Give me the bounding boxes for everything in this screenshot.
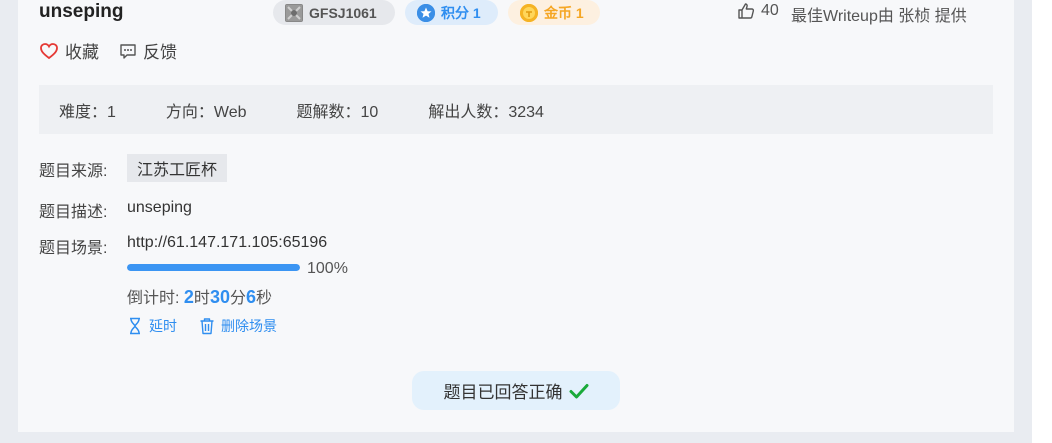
favorite-label: 收藏 xyxy=(65,43,99,62)
side-strip xyxy=(1032,0,1052,443)
comment-icon xyxy=(120,43,136,59)
scene-progress-bar xyxy=(127,264,300,271)
scene-url-link[interactable]: http://61.147.171.105:65196 xyxy=(127,234,327,252)
direction-text: 方向：Web xyxy=(165,103,247,121)
countdown-timer: 倒计时: 2时30分6秒 xyxy=(127,284,272,308)
solved-text: 题目已回答正确 xyxy=(443,383,563,402)
countdown-hours: 2 xyxy=(183,287,194,307)
coin-label: 金币 1 xyxy=(544,4,584,21)
hours-unit: 时 xyxy=(193,290,210,307)
score-label: 积分 1 xyxy=(441,4,481,21)
description-label: 题目描述: xyxy=(39,204,108,221)
progress-fill xyxy=(127,264,300,271)
progress-percent: 100% xyxy=(307,260,348,277)
coin-tag: 金币 1 xyxy=(508,0,600,25)
hourglass-icon xyxy=(130,317,140,335)
difficulty-text: 难度：1 xyxy=(59,103,116,121)
countdown-seconds: 6 xyxy=(245,287,256,307)
action-bar: 收藏 反馈 xyxy=(39,38,197,63)
scene-label: 题目场景: xyxy=(39,240,108,257)
coin-icon xyxy=(520,3,538,22)
description-text: unseping xyxy=(127,199,192,216)
challenge-title: unseping xyxy=(39,1,124,22)
score-tag: 积分 1 xyxy=(405,0,498,25)
feedback-label: 反馈 xyxy=(143,43,177,62)
challenge-id-label: GFSJ1061 xyxy=(309,4,377,21)
feedback-button[interactable]: 反馈 xyxy=(119,38,177,63)
delete-scene-label: 删除场景 xyxy=(221,318,277,334)
favorite-button[interactable]: 收藏 xyxy=(39,38,99,63)
seconds-unit: 秒 xyxy=(256,290,273,307)
scene-actions: 延时 删除场景 xyxy=(127,316,299,336)
like-button[interactable]: 40 xyxy=(737,2,779,20)
star-badge-icon xyxy=(417,3,435,22)
challenge-id-tag: GFSJ1061 xyxy=(273,0,395,25)
source-tag: 江苏工匠杯 xyxy=(127,154,228,182)
delete-scene-button[interactable]: 删除场景 xyxy=(199,316,277,336)
source-label: 题目来源: xyxy=(39,163,108,180)
countdown-prefix: 倒计时: xyxy=(127,290,184,307)
like-count: 40 xyxy=(761,2,779,19)
minutes-unit: 分 xyxy=(229,290,246,307)
countdown-minutes: 30 xyxy=(209,287,230,307)
solvers-text: 解出人数：3234 xyxy=(428,103,544,121)
extend-button[interactable]: 延时 xyxy=(127,316,177,336)
trash-icon xyxy=(200,318,214,335)
best-writeup-link[interactable]: 最佳Writeup由 张桢 提供 xyxy=(791,2,967,26)
id-badge-icon xyxy=(285,3,303,22)
checkmark-icon xyxy=(569,383,588,398)
thumbs-up-icon xyxy=(738,3,755,19)
challenge-info-panel: 难度：1 方向：Web 题解数：10 解出人数：3234 xyxy=(39,85,993,134)
extend-label: 延时 xyxy=(149,318,177,334)
solved-status-badge: 题目已回答正确 xyxy=(412,371,620,410)
heart-icon xyxy=(40,42,58,59)
solves-text: 题解数：10 xyxy=(296,103,379,121)
